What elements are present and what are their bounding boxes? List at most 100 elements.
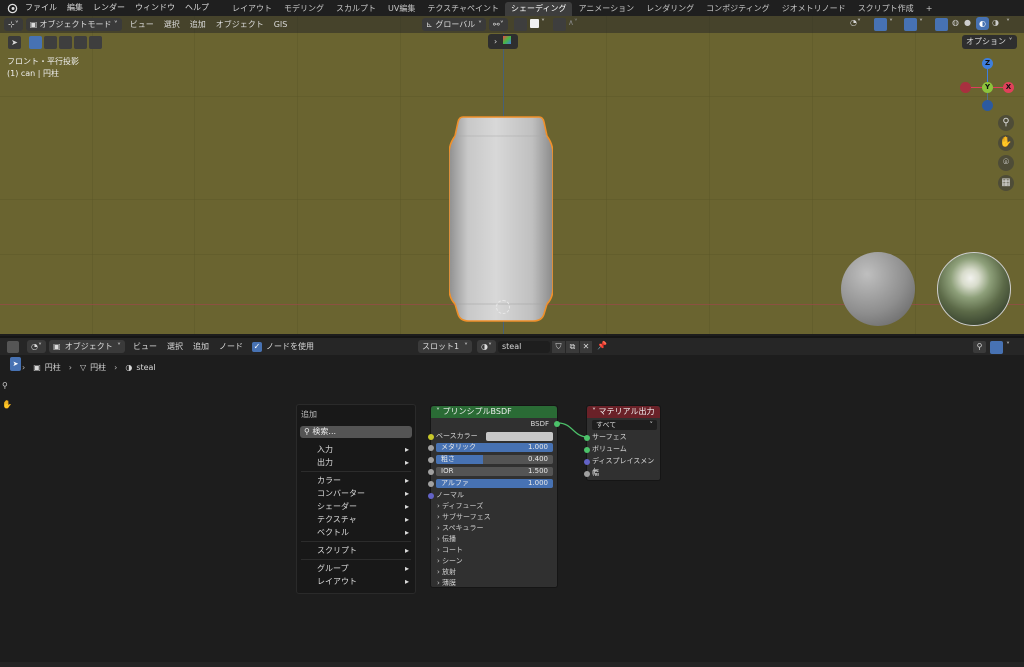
base-color-swatch[interactable] (486, 432, 553, 441)
roughness-socket[interactable] (428, 457, 434, 463)
vp-menu-object[interactable]: オブジェクト (211, 16, 269, 33)
tab-texture-paint[interactable]: テクスチャペイント (421, 2, 505, 16)
tab-rendering[interactable]: レンダリング (640, 2, 700, 16)
thickness-socket[interactable] (584, 471, 590, 477)
menu-edit[interactable]: 編集 (62, 0, 88, 16)
bsdf-node-header[interactable]: ˅ プリンシプルBSDF (431, 406, 557, 418)
metallic-socket[interactable] (428, 445, 434, 451)
alpha-socket[interactable] (428, 481, 434, 487)
tab-animation[interactable]: アニメーション (572, 2, 640, 16)
blender-logo-icon[interactable] (4, 0, 20, 16)
metallic-field[interactable]: メタリック 1.000 (436, 443, 553, 452)
select-subtract-icon[interactable] (59, 35, 72, 49)
shader-type-dropdown[interactable]: ◔˅ (27, 340, 46, 353)
slot-dropdown[interactable]: スロット1 ˅ (418, 340, 472, 353)
zoom-icon[interactable]: ⚲ (998, 115, 1014, 131)
zoom-icon[interactable]: ⚲ (2, 381, 8, 390)
select-tool-icon[interactable]: ➤ (8, 35, 21, 49)
solid-shading-icon[interactable]: ● (964, 18, 971, 27)
3d-viewport[interactable]: ⊹˅ ▣ オブジェクトモード ˅ ビュー 選択 追加 オブジェクト GIS ⊾ … (0, 16, 1024, 334)
vp-menu-add[interactable]: 追加 (185, 16, 211, 33)
principled-bsdf-node[interactable]: ˅ プリンシプルBSDF BSDF ベースカラー ノーマル › ディフューズ ›… (428, 405, 560, 588)
camera-view-icon[interactable]: ⌾ (998, 155, 1014, 171)
menu-window[interactable]: ウィンドウ (130, 0, 180, 16)
material-output-node[interactable]: ˅ マテリアル出力 すべて ˅ サーフェス ボリューム ディスプレイスメント 幅 (584, 405, 661, 481)
tab-shading[interactable]: シェーディング (505, 2, 573, 16)
panel-transmission[interactable]: › 伝播 (437, 534, 456, 544)
panel-sheen[interactable]: › シーン (437, 556, 463, 566)
duplicate-material-icon[interactable]: ⧉ (566, 341, 579, 353)
gizmo-y-icon[interactable]: Y (982, 82, 993, 93)
select-new-icon[interactable] (29, 35, 42, 49)
snap-target-swatch[interactable] (530, 19, 539, 28)
shader-object-dropdown[interactable]: ▣ オブジェクト ˅ (48, 340, 125, 353)
node-editor-type-icon[interactable] (7, 340, 19, 353)
panel-specular[interactable]: › スペキュラー (437, 523, 484, 533)
panel-subsurface[interactable]: › サブサーフェス (437, 512, 491, 522)
tab-sculpt[interactable]: スカルプト (330, 2, 382, 16)
chevron-down-icon[interactable]: ˅ (889, 18, 893, 27)
surface-socket[interactable] (584, 435, 590, 441)
gizmo-z-icon[interactable]: Z (982, 58, 993, 69)
displacement-socket[interactable] (584, 459, 590, 465)
select-intersect-icon[interactable] (89, 35, 102, 49)
menu-help[interactable]: ヘルプ (180, 0, 214, 16)
panel-thin-film[interactable]: › 薄膜 (437, 578, 456, 588)
ne-menu-add[interactable]: 追加 (188, 338, 214, 355)
add-menu-item-converter[interactable]: コンバーター ▸ (297, 487, 415, 500)
snap-icon[interactable] (514, 18, 527, 31)
node-overlay-icon[interactable] (990, 341, 1003, 354)
ne-menu-view[interactable]: ビュー (128, 338, 162, 355)
pan-hand-icon[interactable]: ✋ (2, 400, 12, 409)
output-target-dropdown[interactable]: すべて ˅ (592, 420, 657, 430)
can-object[interactable] (449, 116, 553, 322)
add-workspace-button[interactable]: + (920, 2, 939, 16)
add-menu-search-input[interactable]: ⚲ 検索... (300, 426, 412, 438)
ior-field[interactable]: IOR 1.500 (436, 467, 553, 476)
tab-scripting[interactable]: スクリプト作成 (852, 2, 920, 16)
select-invert-icon[interactable] (74, 35, 87, 49)
gizmo-x-icon[interactable]: X (1003, 82, 1014, 93)
xray-toggle-icon[interactable] (935, 18, 948, 31)
add-menu-item-input[interactable]: 入力 ▸ (297, 443, 415, 456)
pivot-point-button[interactable]: ⚯˅ (489, 18, 508, 31)
visibility-icon[interactable]: ◔˅ (850, 18, 861, 27)
wireframe-shading-icon[interactable]: ◍ (952, 18, 959, 27)
bsdf-output-socket[interactable] (554, 421, 560, 427)
add-menu-item-output[interactable]: 出力 ▸ (297, 456, 415, 469)
add-menu-item-layout[interactable]: レイアウト ▸ (297, 575, 415, 588)
vp-menu-select[interactable]: 選択 (159, 16, 185, 33)
add-menu-item-group[interactable]: グループ ▸ (297, 562, 415, 575)
material-browse-button[interactable]: ◑˅ (477, 340, 496, 353)
material-shading-icon[interactable]: ◐ (976, 17, 989, 30)
add-menu-item-script[interactable]: スクリプト ▸ (297, 544, 415, 557)
unlink-material-icon[interactable]: ✕ (580, 341, 592, 353)
panel-diffuse[interactable]: › ディフューズ (437, 501, 483, 511)
options-dropdown[interactable]: オプション ˅ (962, 35, 1017, 49)
ne-menu-select[interactable]: 選択 (162, 338, 188, 355)
volume-socket[interactable] (584, 447, 590, 453)
tab-compositing[interactable]: コンポジティング (700, 2, 776, 16)
roughness-field[interactable]: 粗さ 0.400 (436, 455, 553, 464)
pan-hand-icon[interactable]: ✋ (998, 135, 1014, 151)
normal-socket[interactable] (428, 493, 434, 499)
chevron-down-icon[interactable]: ˅ (541, 18, 545, 27)
chevron-down-icon[interactable]: ˅ (1006, 341, 1010, 350)
gizmo-neg-x-icon[interactable] (960, 82, 971, 93)
tab-layout[interactable]: レイアウト (226, 2, 278, 16)
add-menu-item-shader[interactable]: シェーダー ▸ (297, 500, 415, 513)
base-color-socket[interactable] (428, 434, 434, 440)
ne-menu-node[interactable]: ノード (214, 338, 248, 355)
tab-modeling[interactable]: モデリング (278, 2, 330, 16)
transform-orientation-dropdown[interactable]: ⊾ グローバル ˅ (422, 18, 486, 31)
proportional-edit-icon[interactable] (553, 18, 566, 31)
chevron-down-icon[interactable]: ˅ (1006, 18, 1010, 27)
menu-render[interactable]: レンダー (88, 0, 130, 16)
panel-emission[interactable]: › 放射 (437, 567, 456, 577)
add-menu-item-texture[interactable]: テクスチャ ▸ (297, 513, 415, 526)
fake-user-shield-icon[interactable]: ⛉ (552, 341, 565, 353)
tab-uv-editing[interactable]: UV編集 (382, 2, 421, 16)
select-extend-icon[interactable] (44, 35, 57, 49)
gizmo-neg-z-icon[interactable] (982, 100, 993, 111)
falloff-icon[interactable]: ∧˅ (568, 18, 578, 27)
